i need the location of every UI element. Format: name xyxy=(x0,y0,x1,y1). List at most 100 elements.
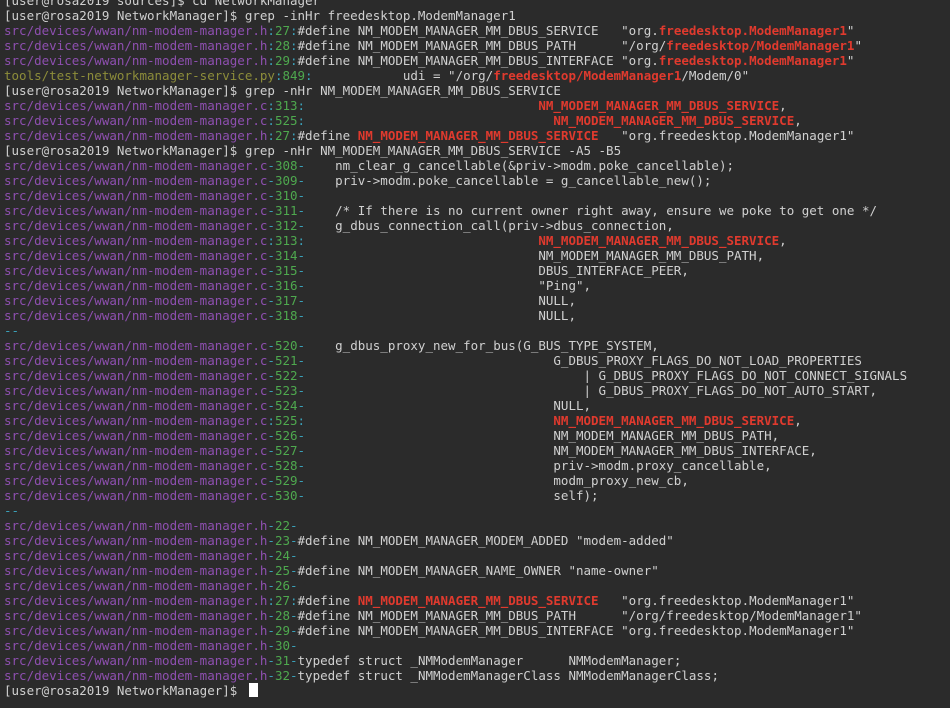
separator: - xyxy=(297,383,306,398)
line-text: | G_DBUS_PROXY_FLAGS_DO_NOT_AUTO_START, xyxy=(305,383,877,398)
terminal-line: src/devices/wwan/nm-modem-manager.h-23-#… xyxy=(4,533,946,548)
file-path: src/devices/wwan/nm-modem-manager.c xyxy=(4,158,268,173)
terminal-line: src/devices/wwan/nm-modem-manager.c-309-… xyxy=(4,173,946,188)
file-path: src/devices/wwan/nm-modem-manager.c xyxy=(4,98,268,113)
line-text: typedef struct _NMModemManager NMModemMa… xyxy=(297,653,682,668)
terminal-line: src/devices/wwan/nm-modem-manager.h-24- xyxy=(4,548,946,563)
separator: - xyxy=(290,623,298,638)
terminal-output: [user@rosa2019 sources]$ cd NetworkManag… xyxy=(4,0,946,683)
terminal-line: [user@rosa2019 NetworkManager]$ grep -nH… xyxy=(4,83,946,98)
separator: : xyxy=(267,593,275,608)
line-number: 27 xyxy=(274,23,290,38)
separator: - xyxy=(267,623,275,638)
terminal-line: src/devices/wwan/nm-modem-manager.c-316-… xyxy=(4,278,946,293)
terminal-line: src/devices/wwan/nm-modem-manager.h-25-#… xyxy=(4,563,946,578)
line-text: , xyxy=(794,413,802,428)
line-number: 316 xyxy=(274,278,298,293)
line-text: /* If there is no current owner right aw… xyxy=(305,203,877,218)
terminal-line: src/devices/wwan/nm-modem-manager.c-312-… xyxy=(4,218,946,233)
separator: - xyxy=(290,548,298,563)
line-text: NM_MODEM_MANAGER_MM_DBUS_PATH, xyxy=(305,248,765,263)
separator: - xyxy=(267,188,275,203)
separator: - xyxy=(290,533,298,548)
terminal-window[interactable]: [user@rosa2019 sources]$ cd NetworkManag… xyxy=(0,0,950,708)
separator: : xyxy=(297,98,306,113)
line-number: 527 xyxy=(274,443,298,458)
terminal-line: src/devices/wwan/nm-modem-manager.c-529-… xyxy=(4,473,946,488)
terminal-prompt-line[interactable]: [user@rosa2019 NetworkManager]$ xyxy=(4,683,946,698)
separator: - xyxy=(267,353,275,368)
line-number: 524 xyxy=(274,398,298,413)
line-text: G_DBUS_PROXY_FLAGS_DO_NOT_LOAD_PROPERTIE… xyxy=(305,353,862,368)
separator: : xyxy=(290,23,298,38)
file-path: src/devices/wwan/nm-modem-manager.h xyxy=(4,533,268,548)
file-path: src/devices/wwan/nm-modem-manager.h xyxy=(4,578,268,593)
line-number: 849 xyxy=(282,68,306,83)
terminal-line: src/devices/wwan/nm-modem-manager.c-308-… xyxy=(4,158,946,173)
line-text: [user@rosa2019 NetworkManager]$ grep -in… xyxy=(4,8,516,23)
separator: - xyxy=(297,398,306,413)
file-path: src/devices/wwan/nm-modem-manager.c xyxy=(4,233,268,248)
separator: - xyxy=(297,293,306,308)
terminal-line: tools/test-networkmanager-service.py:849… xyxy=(4,68,946,83)
separator: - xyxy=(267,383,275,398)
match-highlight: freedesktop.ModemManager1 xyxy=(658,23,847,38)
terminal-line: src/devices/wwan/nm-modem-manager.h:29:#… xyxy=(4,53,946,68)
line-text xyxy=(305,113,553,128)
match-highlight: NM_MODEM_MANAGER_MM_DBUS_SERVICE xyxy=(357,593,599,608)
line-number: 312 xyxy=(274,218,298,233)
file-path: src/devices/wwan/nm-modem-manager.c xyxy=(4,338,268,353)
line-text: [user@rosa2019 sources]$ cd NetworkManag… xyxy=(4,0,321,8)
file-path: tools/test-networkmanager-service.py xyxy=(4,68,275,83)
separator: - xyxy=(297,338,306,353)
separator: - xyxy=(290,653,298,668)
terminal-line: src/devices/wwan/nm-modem-manager.h-30- xyxy=(4,638,946,653)
terminal-line: -- xyxy=(4,323,946,338)
terminal-line: src/devices/wwan/nm-modem-manager.c-310- xyxy=(4,188,946,203)
separator: - xyxy=(267,638,275,653)
match-highlight: NM_MODEM_MANAGER_MM_DBUS_SERVICE xyxy=(538,233,780,248)
separator: - xyxy=(297,173,306,188)
terminal-line: src/devices/wwan/nm-modem-manager.c-520-… xyxy=(4,338,946,353)
file-path: src/devices/wwan/nm-modem-manager.c xyxy=(4,383,268,398)
separator: : xyxy=(290,38,298,53)
separator: - xyxy=(297,263,306,278)
line-number: 24 xyxy=(274,548,290,563)
line-text: udi = "/org/ xyxy=(312,68,494,83)
terminal-line: src/devices/wwan/nm-modem-manager.c-527-… xyxy=(4,443,946,458)
separator: - xyxy=(290,608,298,623)
separator: : xyxy=(267,413,275,428)
separator: - xyxy=(290,563,298,578)
line-text: " xyxy=(854,38,862,53)
separator: : xyxy=(267,53,275,68)
line-text: self); xyxy=(305,488,599,503)
separator: : xyxy=(290,593,298,608)
line-text: NULL, xyxy=(305,293,576,308)
terminal-line: src/devices/wwan/nm-modem-manager.c-522-… xyxy=(4,368,946,383)
line-number: 522 xyxy=(274,368,298,383)
file-path: src/devices/wwan/nm-modem-manager.c xyxy=(4,188,268,203)
line-number: 318 xyxy=(274,308,298,323)
line-number: 29 xyxy=(274,623,290,638)
line-number: 523 xyxy=(274,383,298,398)
separator: : xyxy=(267,23,275,38)
file-path: src/devices/wwan/nm-modem-manager.c xyxy=(4,113,268,128)
file-path: src/devices/wwan/nm-modem-manager.h xyxy=(4,623,268,638)
line-text: nm_clear_g_cancellable(&priv->modm.poke_… xyxy=(305,158,735,173)
line-text: g_dbus_proxy_new_for_bus(G_BUS_TYPE_SYST… xyxy=(305,338,659,353)
line-text: DBUS_INTERFACE_PEER, xyxy=(305,263,689,278)
match-highlight: NM_MODEM_MANAGER_MM_DBUS_SERVICE xyxy=(538,98,780,113)
separator: - xyxy=(267,428,275,443)
file-path: src/devices/wwan/nm-modem-manager.c xyxy=(4,353,268,368)
separator: - xyxy=(290,638,298,653)
separator: : xyxy=(297,413,306,428)
line-number: 310 xyxy=(274,188,298,203)
file-path: src/devices/wwan/nm-modem-manager.c xyxy=(4,368,268,383)
terminal-line: src/devices/wwan/nm-modem-manager.c-528-… xyxy=(4,458,946,473)
separator: : xyxy=(267,113,275,128)
line-number: 313 xyxy=(274,98,298,113)
line-text: NULL, xyxy=(305,398,592,413)
terminal-line: src/devices/wwan/nm-modem-manager.c-315-… xyxy=(4,263,946,278)
separator: - xyxy=(267,563,275,578)
terminal-line: src/devices/wwan/nm-modem-manager.c-523-… xyxy=(4,383,946,398)
